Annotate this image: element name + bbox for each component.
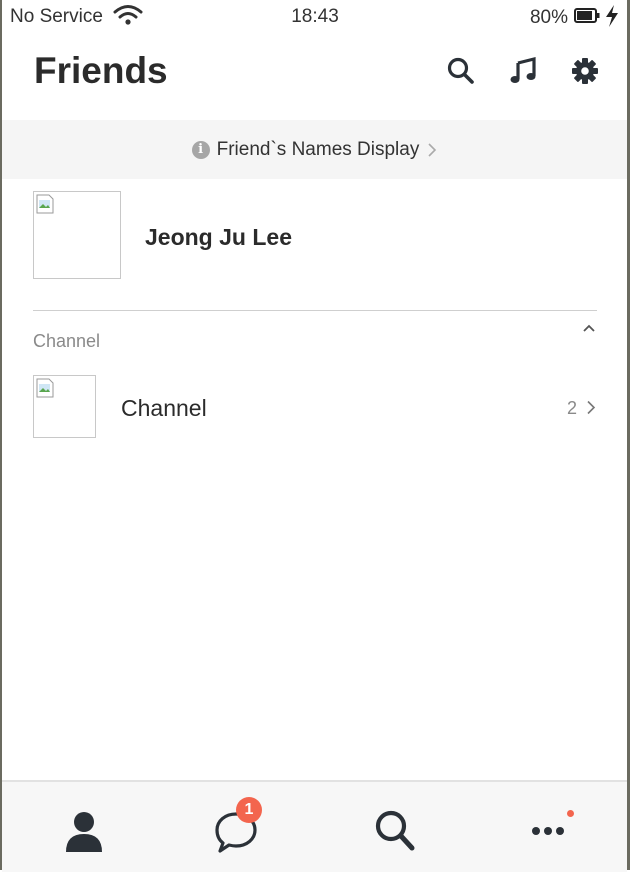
chevron-up-icon[interactable] (581, 322, 597, 334)
app-frame: No Service 18:43 80% Friends i Friend`s … (0, 0, 630, 872)
chats-badge: 1 (236, 797, 262, 823)
tab-bar (2, 780, 627, 872)
search-icon[interactable] (446, 56, 476, 86)
channel-item-count: 2 (567, 398, 578, 418)
status-bar: No Service 18:43 80% (0, 0, 630, 34)
banner-label: Friend`s Names Display (216, 138, 420, 160)
info-icon: i (191, 140, 210, 159)
broken-image-icon (36, 378, 54, 398)
channel-avatar[interactable] (33, 375, 96, 438)
person-icon[interactable] (62, 806, 106, 856)
search-icon[interactable] (372, 806, 416, 856)
battery-icon (574, 8, 600, 23)
charging-bolt-icon (606, 5, 618, 27)
names-display-banner[interactable]: i Friend`s Names Display (2, 120, 627, 179)
channel-item-name[interactable]: Channel (121, 395, 207, 422)
broken-image-icon (36, 194, 54, 214)
more-notification-dot (567, 810, 574, 817)
chevron-right-icon (428, 142, 437, 157)
profile-avatar[interactable] (33, 191, 121, 279)
more-dots-icon[interactable] (528, 806, 572, 856)
page-title: Friends (34, 50, 168, 91)
gear-icon[interactable] (570, 56, 600, 86)
music-icon[interactable] (508, 56, 538, 86)
channel-section-label: Channel (33, 331, 101, 351)
chevron-right-icon[interactable] (586, 400, 596, 415)
section-divider (33, 310, 597, 311)
battery-percent: 80% (529, 7, 568, 28)
profile-name[interactable]: Jeong Ju Lee (145, 224, 292, 251)
